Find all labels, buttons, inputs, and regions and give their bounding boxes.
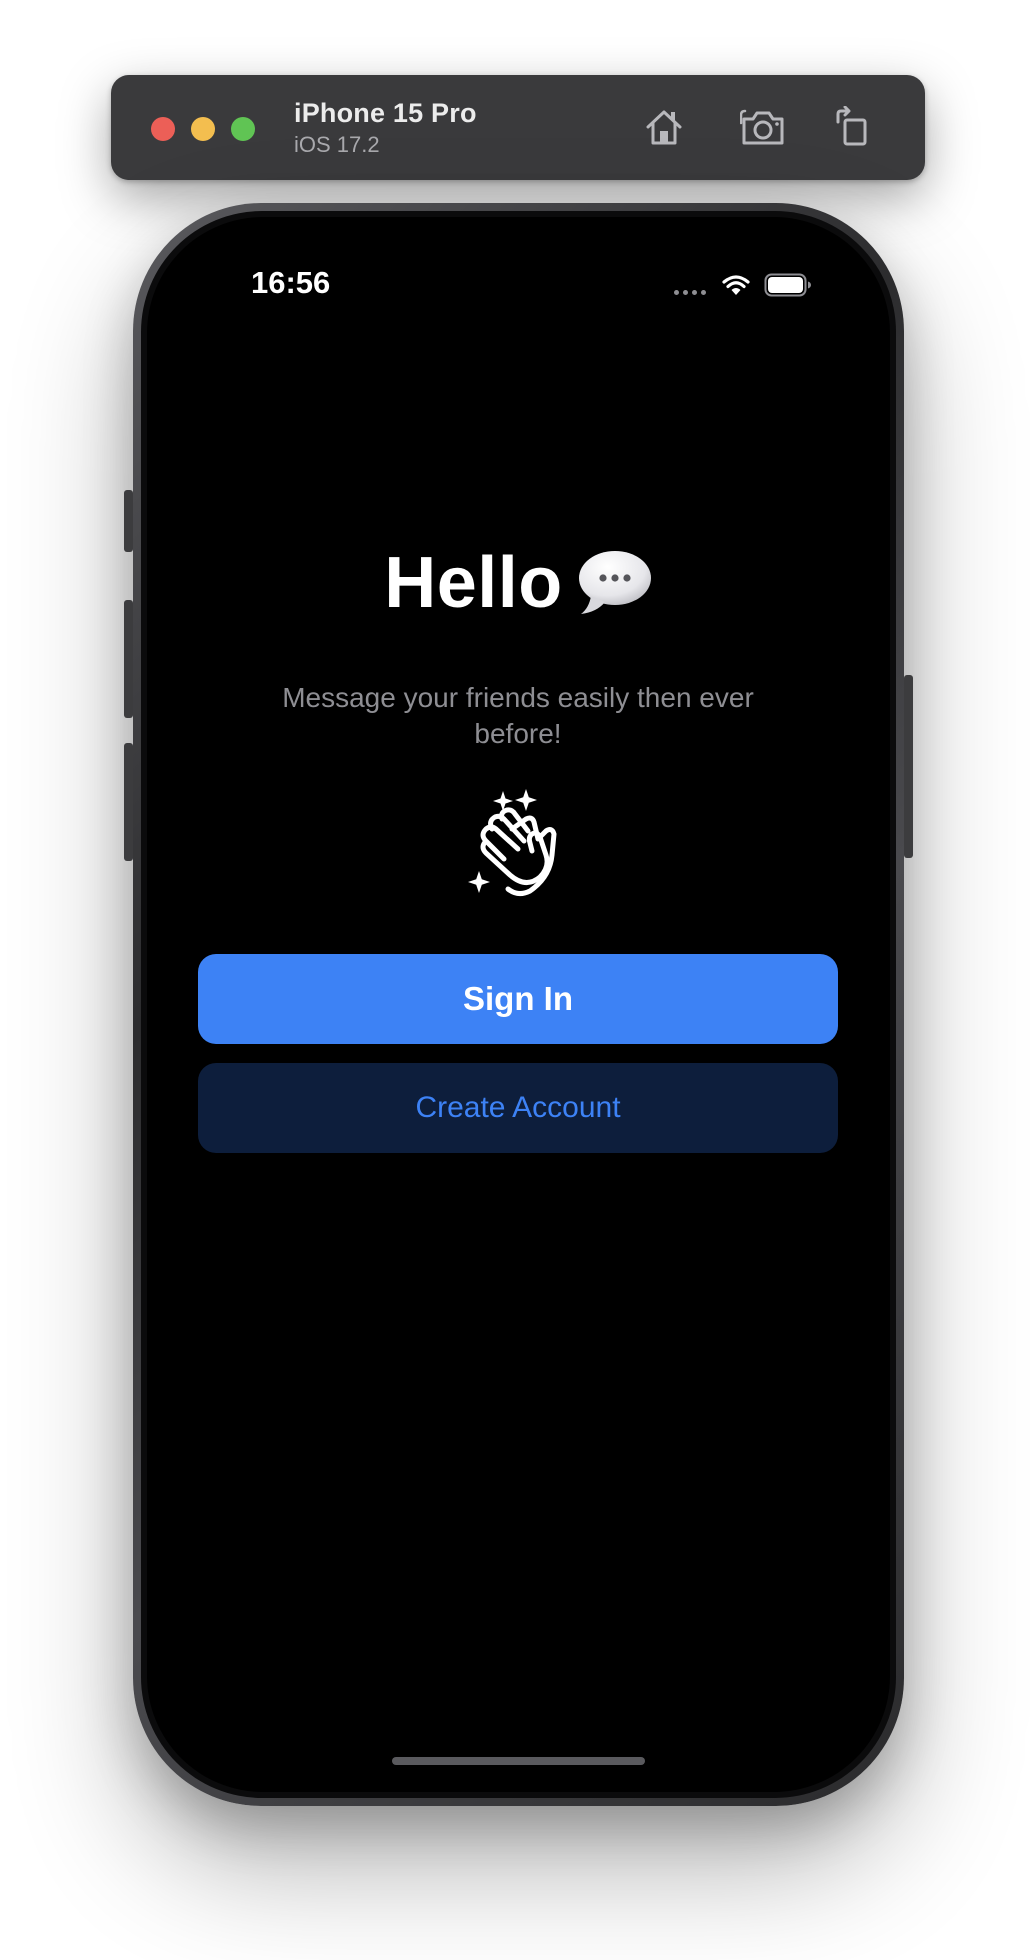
wifi-icon xyxy=(722,275,750,295)
create-account-button[interactable]: Create Account xyxy=(198,1063,838,1153)
action-button[interactable] xyxy=(124,490,133,552)
close-window-button[interactable] xyxy=(151,117,175,141)
welcome-title-row: Hello xyxy=(147,547,890,619)
welcome-title: Hello xyxy=(384,543,563,623)
screenshot-button[interactable] xyxy=(737,101,789,153)
camera-icon xyxy=(740,109,784,145)
rotate-icon xyxy=(836,106,867,146)
simulator-stage: iPhone 15 Pro iOS 17.2 16:56 Hello Messa… xyxy=(0,0,1036,1960)
rotate-button[interactable] xyxy=(826,101,878,153)
volume-down-button[interactable] xyxy=(124,743,133,861)
speech-bubble-icon xyxy=(578,551,651,614)
welcome-subtitle: Message your friends easily then ever be… xyxy=(282,682,754,749)
home-indicator[interactable] xyxy=(392,1757,645,1765)
device-name: iPhone 15 Pro xyxy=(294,98,477,128)
battery-icon xyxy=(764,273,811,297)
sign-in-button[interactable]: Sign In xyxy=(198,954,838,1044)
clapping-hands-sparkles-icon xyxy=(468,789,557,897)
zoom-window-button[interactable] xyxy=(231,117,255,141)
status-time: 16:56 xyxy=(251,265,331,300)
phone-screen: 16:56 Hello Message your friends easily … xyxy=(147,217,890,1792)
simulator-toolbar: iPhone 15 Pro iOS 17.2 xyxy=(111,75,925,180)
minimize-window-button[interactable] xyxy=(191,117,215,141)
home-button[interactable] xyxy=(638,101,690,153)
cellular-dots-icon xyxy=(674,290,706,295)
os-version: iOS 17.2 xyxy=(294,132,380,157)
power-button[interactable] xyxy=(904,675,913,858)
volume-up-button[interactable] xyxy=(124,600,133,718)
home-icon xyxy=(646,110,682,145)
